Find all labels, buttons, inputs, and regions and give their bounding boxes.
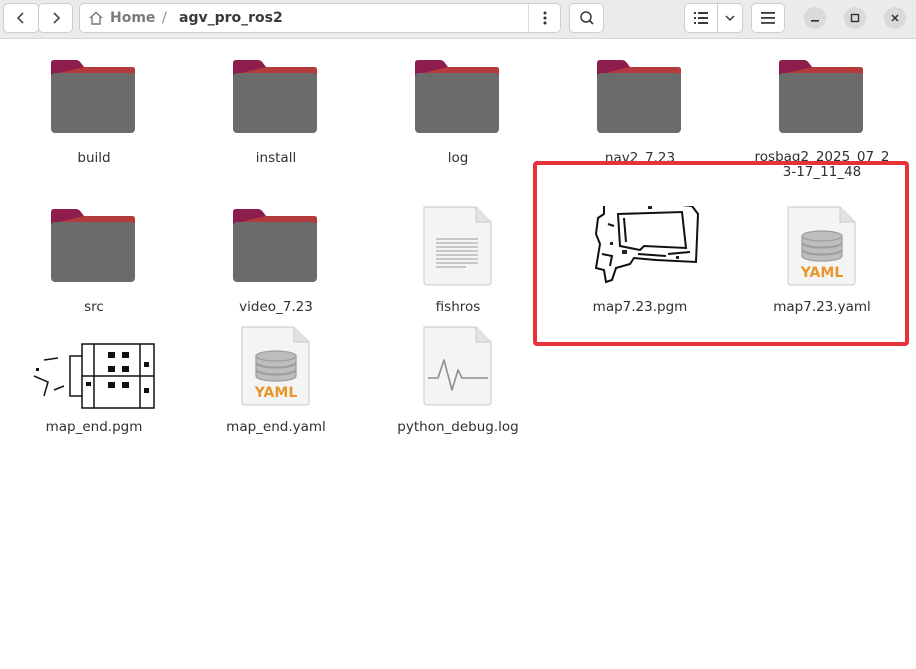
file-label: map7.23.pgm xyxy=(592,299,688,315)
breadcrumb-current[interactable]: agv_pro_ros2 xyxy=(179,4,283,32)
map-thumbnail-icon xyxy=(28,340,158,409)
minimize-icon xyxy=(811,20,819,22)
file-item-video[interactable]: video_7.23 xyxy=(206,206,346,316)
file-item-install[interactable]: install xyxy=(206,57,346,167)
vertical-dots-icon xyxy=(543,11,547,25)
path-menu-button[interactable] xyxy=(528,4,561,32)
file-label: map_end.pgm xyxy=(45,419,143,435)
hamburger-menu-icon xyxy=(761,12,775,24)
chevron-left-icon xyxy=(16,12,24,24)
yaml-file-icon: YAML xyxy=(787,206,856,286)
file-item-log[interactable]: log xyxy=(388,57,528,167)
folder-icon xyxy=(233,60,317,133)
chevron-down-icon xyxy=(725,15,735,22)
file-label: rosbag2_2025_07_23-17_11_48 xyxy=(754,150,890,180)
file-label: video_7.23 xyxy=(239,299,313,315)
file-label: install xyxy=(255,150,297,166)
file-item-python-debug-log[interactable]: python_debug.log xyxy=(388,326,528,436)
breadcrumb-separator: / xyxy=(162,10,167,26)
folder-icon xyxy=(779,60,863,133)
folder-icon xyxy=(597,60,681,133)
text-file-icon xyxy=(423,206,492,286)
forward-button[interactable] xyxy=(38,3,73,33)
search-button[interactable] xyxy=(569,3,604,33)
log-file-icon xyxy=(423,326,492,406)
back-button[interactable] xyxy=(3,3,39,33)
list-view-icon xyxy=(694,12,708,24)
file-label: map_end.yaml xyxy=(226,419,326,435)
folder-icon xyxy=(415,60,499,133)
file-label: fishros xyxy=(435,299,481,315)
yaml-badge: YAML xyxy=(254,385,298,401)
file-item-src[interactable]: src xyxy=(24,206,164,316)
search-icon xyxy=(579,11,594,25)
file-label: nav2_7.23 xyxy=(604,150,676,166)
file-label: build xyxy=(77,150,111,166)
path-bar[interactable]: Home / agv_pro_ros2 xyxy=(79,3,561,33)
breadcrumb-home-label: Home xyxy=(110,10,156,26)
file-label: python_debug.log xyxy=(397,419,519,435)
main-menu-button[interactable] xyxy=(751,3,785,33)
maximize-icon xyxy=(850,13,860,23)
file-item-map-end-pgm[interactable]: map_end.pgm xyxy=(24,326,164,436)
maximize-button[interactable] xyxy=(844,7,866,29)
file-label: src xyxy=(84,299,104,315)
file-item-rosbag2[interactable]: rosbag2_2025_07_23-17_11_48 xyxy=(752,57,892,180)
close-icon xyxy=(891,14,899,22)
folder-icon xyxy=(51,209,135,282)
yaml-file-icon: YAML xyxy=(241,326,310,406)
view-list-button[interactable] xyxy=(684,3,718,33)
file-label: map7.23.yaml xyxy=(773,299,871,315)
chevron-right-icon xyxy=(52,12,60,24)
home-icon xyxy=(89,11,103,25)
file-item-map7-pgm[interactable]: map7.23.pgm xyxy=(570,206,710,316)
folder-icon xyxy=(51,60,135,133)
file-item-build[interactable]: build xyxy=(24,57,164,167)
file-item-fishros[interactable]: fishros xyxy=(388,206,528,316)
yaml-badge: YAML xyxy=(800,265,844,281)
file-label: log xyxy=(447,150,469,166)
folder-icon xyxy=(233,209,317,282)
view-options-button[interactable] xyxy=(717,3,743,33)
map-thumbnail-icon xyxy=(574,206,706,290)
close-button[interactable] xyxy=(884,7,906,29)
file-item-map7-yaml[interactable]: YAML map7.23.yaml xyxy=(752,206,892,316)
file-item-map-end-yaml[interactable]: YAML map_end.yaml xyxy=(206,326,346,436)
file-item-nav2[interactable]: nav2_7.23 xyxy=(570,57,710,167)
minimize-button[interactable] xyxy=(804,7,826,29)
header-bar: Home / agv_pro_ros2 xyxy=(0,0,916,39)
breadcrumb-home[interactable]: Home xyxy=(88,4,155,32)
